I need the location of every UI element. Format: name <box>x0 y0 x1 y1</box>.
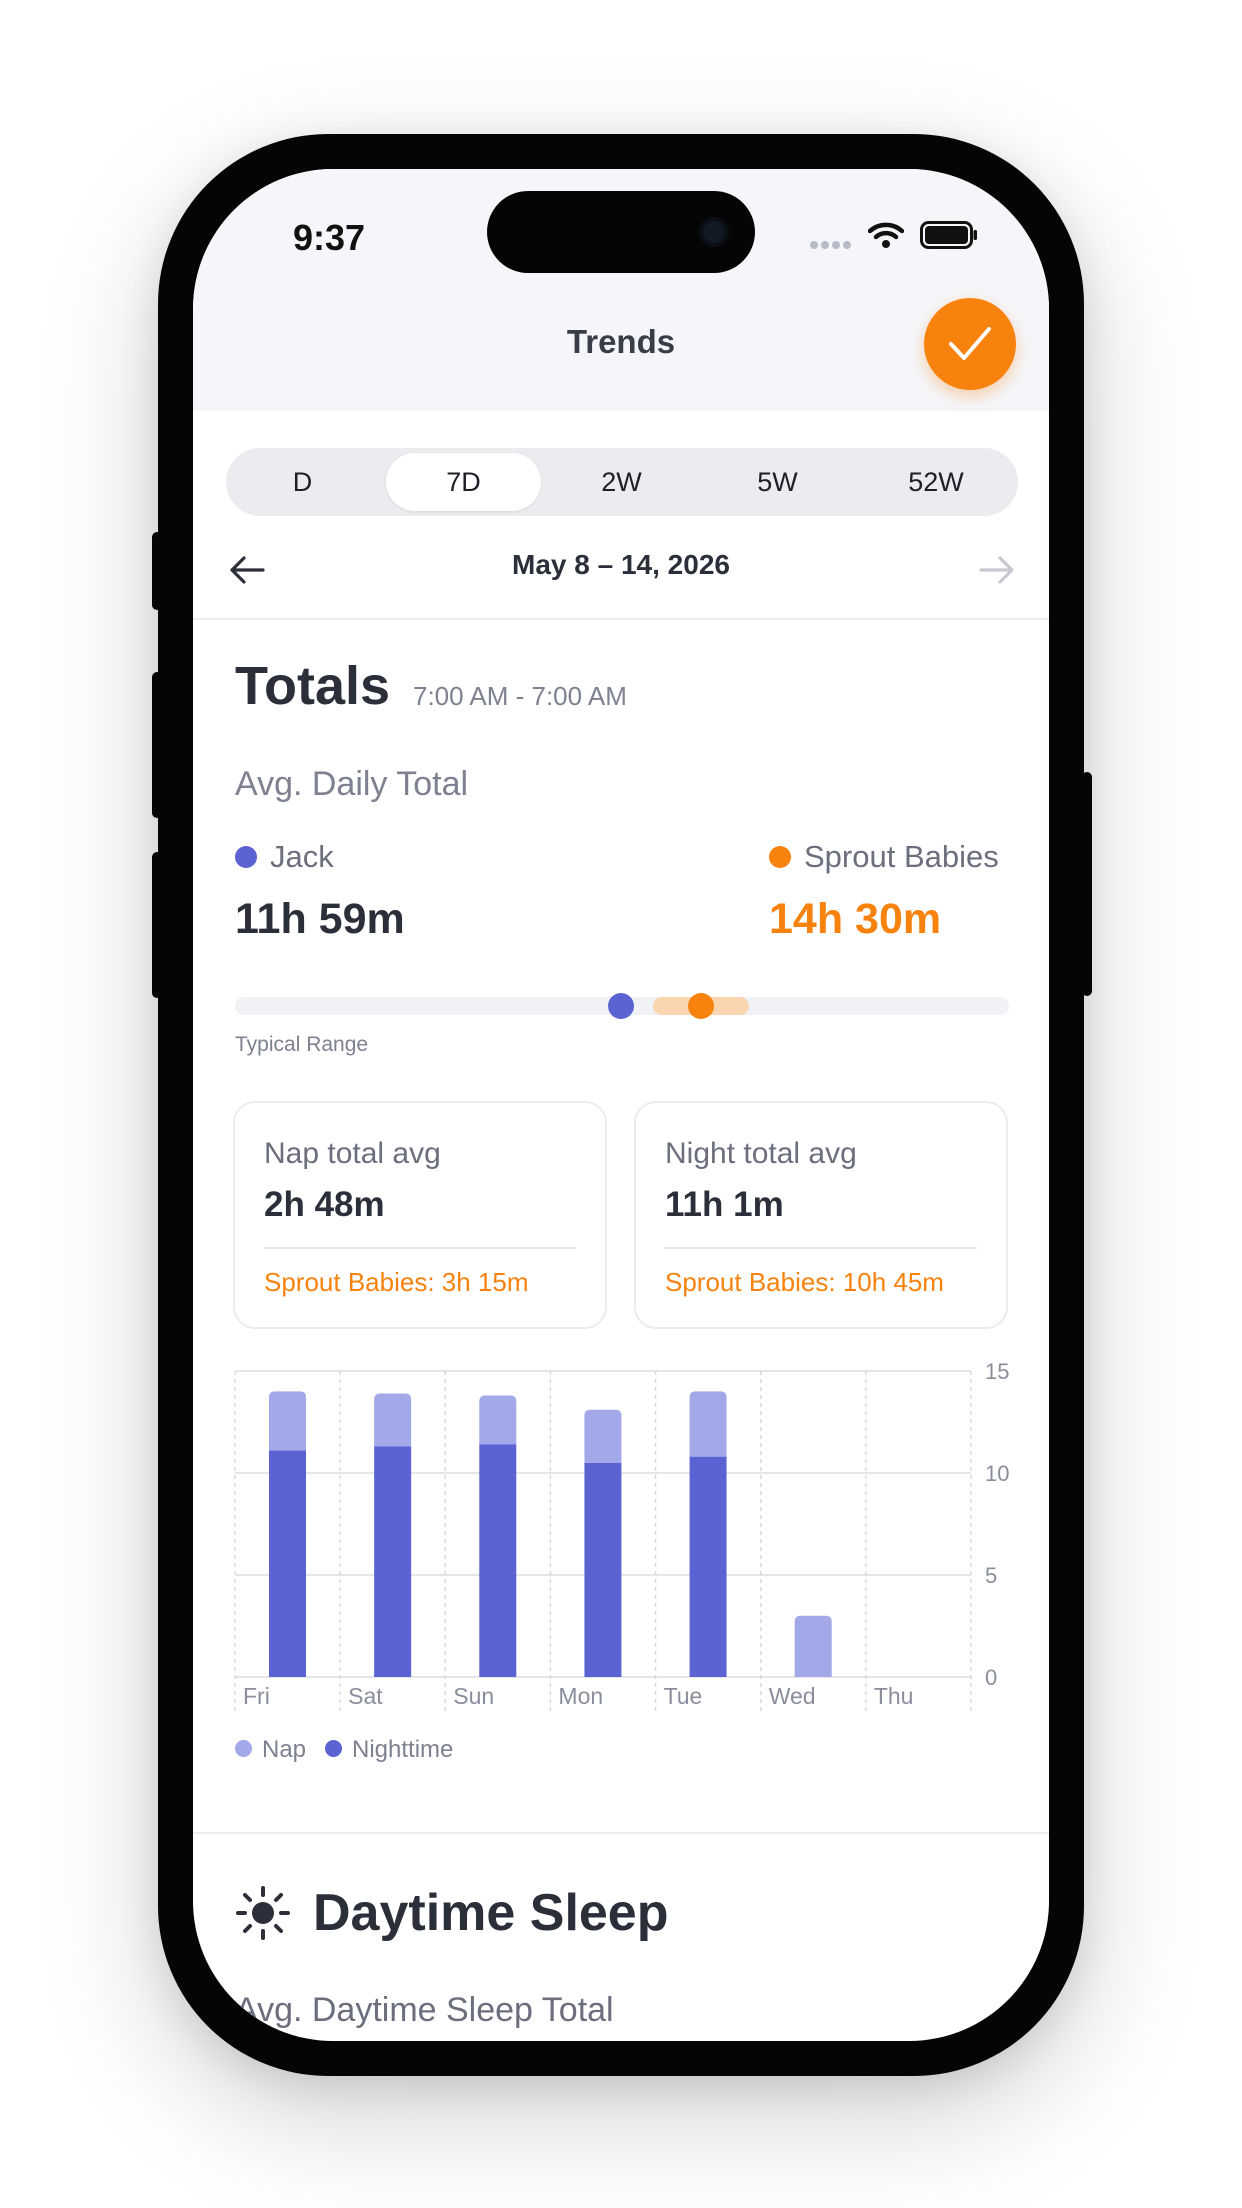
child-total-value: 11h 59m <box>235 895 405 943</box>
totals-heading: Totals <box>235 656 391 716</box>
nighttime-legend-dot <box>325 1740 342 1757</box>
app-screen: 9:37 Trends D 7D 2W 5W 52W May 8 – 14, 2… <box>193 169 1049 2041</box>
checkmark-icon <box>949 327 991 360</box>
nap-total-card: Nap total avg 2h 48m Sprout Babies: 3h 1… <box>233 1101 607 1329</box>
x-tick-label: Thu <box>874 1683 914 1709</box>
card-label: Nap total avg <box>264 1137 441 1170</box>
nighttime-legend-label: Nighttime <box>352 1736 454 1763</box>
y-tick-label: 5 <box>985 1563 997 1588</box>
divider <box>193 618 1049 620</box>
section-divider <box>193 1832 1049 1834</box>
date-navigation: May 8 – 14, 2026 <box>193 535 1049 605</box>
power-button <box>1082 772 1092 996</box>
segment-d[interactable]: D <box>226 448 379 516</box>
child-name: Jack <box>270 839 334 874</box>
typical-range-label: Typical Range <box>235 1033 369 1056</box>
next-arrow-icon[interactable] <box>977 553 1017 587</box>
date-range-label: May 8 – 14, 2026 <box>512 549 730 580</box>
x-tick-label: Sat <box>348 1683 383 1709</box>
side-button <box>152 532 162 610</box>
status-time: 9:37 <box>293 217 366 258</box>
y-tick-label: 15 <box>985 1359 1009 1384</box>
nighttime-bar <box>479 1444 517 1677</box>
daytime-sleep-heading: Daytime Sleep <box>313 1884 669 1942</box>
y-tick-label: 0 <box>985 1665 997 1690</box>
sun-icon <box>235 1885 291 1941</box>
header-bar: 9:37 Trends <box>193 169 1049 411</box>
nap-bar <box>479 1395 517 1445</box>
nap-bar <box>269 1391 306 1451</box>
x-tick-label: Mon <box>558 1683 603 1709</box>
y-tick-label: 10 <box>985 1461 1009 1486</box>
nap-bar <box>584 1409 622 1463</box>
daytime-sleep-subheading: Avg. Daytime Sleep Total <box>235 1991 614 2029</box>
benchmark-range-marker <box>688 993 714 1019</box>
dynamic-island <box>487 191 755 273</box>
segment-5w[interactable]: 5W <box>700 448 855 516</box>
segment-7d[interactable]: 7D <box>386 448 541 516</box>
nap-bar <box>689 1391 727 1457</box>
nighttime-bar <box>584 1462 622 1677</box>
signal-icon <box>810 237 854 249</box>
volume-down-button <box>152 852 162 998</box>
child-legend-dot <box>235 846 257 868</box>
card-label: Night total avg <box>665 1137 857 1170</box>
totals-time-window: 7:00 AM - 7:00 AM <box>413 681 627 711</box>
card-comparison: Sprout Babies: 10h 45m <box>665 1267 944 1297</box>
benchmark-total-value: 14h 30m <box>769 895 942 943</box>
night-total-card: Night total avg 11h 1m Sprout Babies: 10… <box>634 1101 1008 1329</box>
done-button[interactable] <box>924 298 1016 390</box>
volume-up-button <box>152 672 162 818</box>
x-tick-label: Tue <box>664 1683 703 1709</box>
battery-icon <box>920 221 978 249</box>
wifi-icon <box>867 221 905 249</box>
x-tick-label: Fri <box>243 1683 270 1709</box>
card-value: 11h 1m <box>665 1185 784 1224</box>
x-tick-label: Wed <box>769 1683 816 1709</box>
nap-bar <box>794 1615 832 1677</box>
card-divider <box>264 1247 576 1249</box>
segment-52w[interactable]: 52W <box>856 448 1016 516</box>
nap-legend-label: Nap <box>262 1736 307 1763</box>
range-segmented-control: D 7D 2W 5W 52W <box>226 448 1018 516</box>
nighttime-bar <box>269 1450 306 1677</box>
page-title: Trends <box>566 323 676 360</box>
benchmark-legend-dot <box>769 846 791 868</box>
x-tick-label: Sun <box>453 1683 494 1709</box>
card-divider <box>665 1247 977 1249</box>
benchmark-name: Sprout Babies <box>804 839 999 874</box>
child-range-marker <box>608 993 634 1019</box>
segment-2w[interactable]: 2W <box>544 448 699 516</box>
nap-legend-dot <box>235 1740 252 1757</box>
daily-total-chart: 0 5 10 15 Fri Sat Sun Mon Tue Wed Thu <box>234 1359 1009 1715</box>
nighttime-bar <box>374 1446 412 1677</box>
nighttime-bar <box>689 1456 727 1677</box>
avg-daily-total-label: Avg. Daily Total <box>235 765 469 803</box>
card-value: 2h 48m <box>264 1185 385 1224</box>
card-comparison: Sprout Babies: 3h 15m <box>264 1267 529 1297</box>
nap-bar <box>374 1393 412 1447</box>
